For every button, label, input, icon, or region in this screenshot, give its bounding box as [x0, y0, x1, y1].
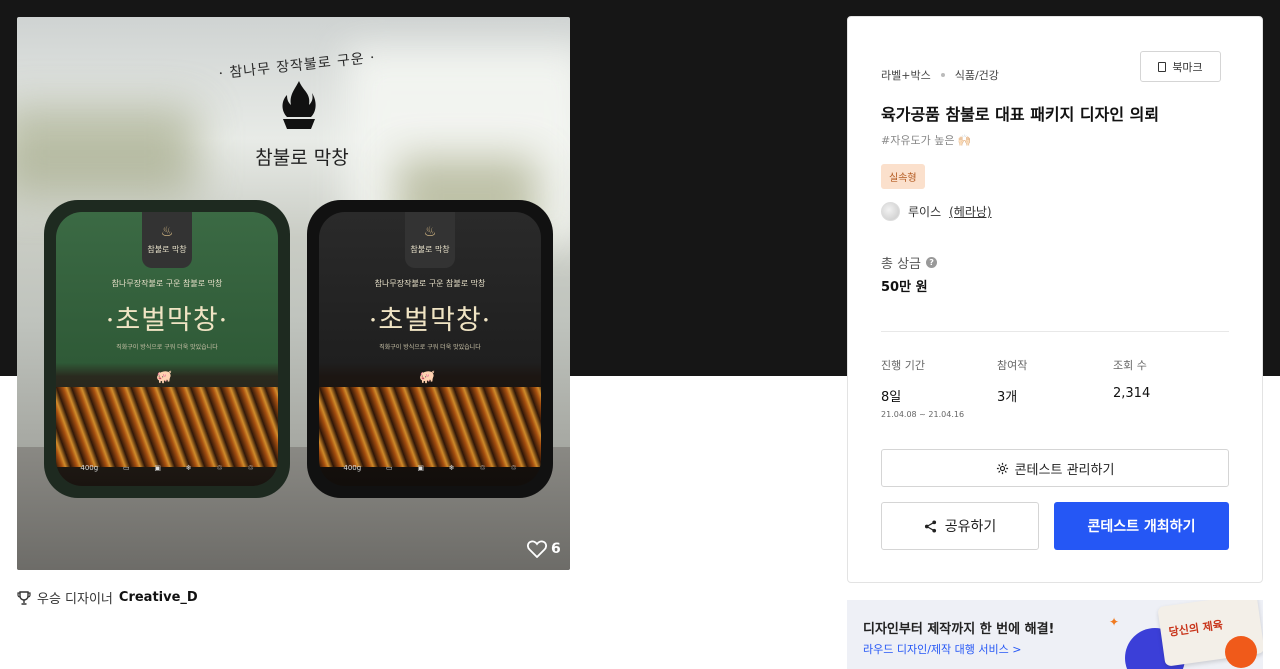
share-button[interactable]: 공유하기	[881, 502, 1039, 550]
tray-description: 직화구이 방식으로 구워 더욱 맛있습니다	[379, 344, 481, 351]
tray-product-name: ·초벌막창·	[368, 305, 492, 336]
flame-icon: ♨	[423, 224, 437, 240]
promo-banner[interactable]: 디자인부터 제작까지 한 번에 해결! 라우드 디자인/제작 대행 서비스 > …	[847, 600, 1263, 669]
tray-info-strip: 400g ▭ ▣ ❄ ♲ ♲	[80, 464, 254, 472]
stat-duration: 진행 기간 8일 21.04.08 ~ 21.04.16	[881, 359, 965, 419]
banner-headline: 디자인부터 제작까지 한 번에 해결!	[863, 622, 1055, 637]
contest-tagline: #자유도가 높은 🙌🏻	[881, 134, 972, 147]
tray-product-name: ·초벌막창·	[105, 305, 229, 336]
breadcrumb-subcategory[interactable]: 식품/건강	[955, 67, 999, 83]
contest-info-card: 라벨+박스 식품/건강 북마크 육가공품 참불로 대표 패키지 디자인 의뢰 #…	[847, 16, 1263, 583]
breadcrumb: 라벨+박스 식품/건강	[881, 67, 999, 83]
bookmark-button[interactable]: 북마크	[1140, 51, 1221, 82]
breadcrumb-category[interactable]: 라벨+박스	[881, 67, 931, 83]
heart-icon	[527, 540, 547, 558]
black-tray: ♨ 참불로 막창 참나무장작불로 구운 참불로 막창 ·초벌막창· 직화구이 방식…	[307, 200, 553, 498]
tray-subtitle: 참나무장작불로 구운 참불로 막창	[374, 279, 486, 288]
banner-orange-dot	[1225, 636, 1257, 668]
winner-name[interactable]: Creative_D	[119, 590, 198, 605]
pig-icon: 🐖	[156, 370, 173, 385]
trophy-icon	[17, 590, 31, 605]
help-icon[interactable]: ?	[926, 257, 938, 268]
like-button[interactable]: 6	[527, 540, 561, 558]
host-id[interactable]: (헤라낭)	[949, 203, 991, 220]
prize-label: 총 상금 ?	[881, 253, 938, 272]
flame-logo-icon	[282, 81, 316, 129]
banner-box-logo: 당신의 제육	[1168, 618, 1224, 639]
tray-tab: ♨ 참불로 막창	[405, 212, 455, 268]
host-contest-button[interactable]: 콘테스트 개최하기	[1054, 502, 1229, 550]
divider	[881, 331, 1229, 332]
contest-hero-image[interactable]: · 참나무 장작불로 구운 · 참불로 막창 ♨ 참불로 막창 참나무장작불로 구…	[17, 17, 570, 570]
contest-title: 육가공품 참불로 대표 패키지 디자인 의뢰	[881, 105, 1160, 124]
flame-icon: ♨	[160, 224, 174, 240]
avatar	[881, 202, 900, 221]
fire-photo	[319, 387, 541, 467]
winner-info: 우승 디자이너 Creative_D	[17, 588, 198, 607]
tier-badge: 실속형	[881, 164, 925, 189]
pig-icon: 🐖	[419, 370, 436, 385]
winner-label: 우승 디자이너	[37, 592, 113, 607]
manage-contest-button[interactable]: 콘테스트 관리하기	[881, 449, 1229, 487]
breadcrumb-separator	[940, 73, 945, 77]
tray-description: 직화구이 방식으로 구워 더욱 맛있습니다	[116, 344, 218, 351]
tray-subtitle: 참나무장작불로 구운 참불로 막창	[111, 279, 223, 288]
host-name: 루이스	[908, 205, 942, 219]
green-tray: ♨ 참불로 막창 참나무장작불로 구운 참불로 막창 ·초벌막창· 직화구이 방식…	[44, 200, 290, 498]
fire-photo	[56, 387, 278, 467]
prize-value: 50만 원	[881, 280, 928, 295]
sparkle-icon: ✦	[1109, 615, 1120, 629]
banner-link[interactable]: 라우드 디자인/제작 대행 서비스 >	[863, 641, 1021, 657]
brand-name: 참불로 막창	[255, 147, 349, 169]
tray-tab: ♨ 참불로 막창	[142, 212, 192, 268]
bookmark-icon	[1158, 61, 1167, 72]
gear-icon	[996, 462, 1008, 474]
stat-entries: 참여작 3개	[997, 359, 1028, 405]
like-count: 6	[551, 541, 561, 557]
stat-views: 조회 수 2,314	[1113, 359, 1151, 401]
tray-info-strip: 400g ▭ ▣ ❄ ♲ ♲	[343, 464, 517, 472]
host-info[interactable]: 루이스 (헤라낭)	[881, 202, 992, 221]
share-icon	[924, 519, 936, 533]
